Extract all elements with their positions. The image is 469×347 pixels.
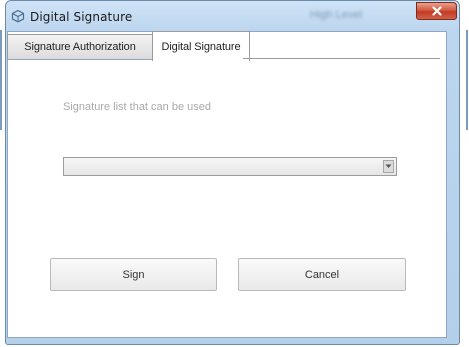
close-icon xyxy=(431,6,442,16)
tab-strip: Signature Authorization Digital Signatur… xyxy=(7,31,447,61)
tab-digital-signature[interactable]: Digital Signature xyxy=(152,31,250,61)
window-subtitle-blurred: High Level xyxy=(310,9,362,21)
tab-separator xyxy=(243,58,440,59)
left-edge-accent xyxy=(0,30,2,130)
window-title: Digital Signature xyxy=(30,10,133,24)
app-icon xyxy=(11,9,25,23)
dialog-client-area xyxy=(7,31,447,338)
signature-select-dropdown-button[interactable] xyxy=(383,160,394,173)
chevron-down-icon xyxy=(385,164,392,168)
sign-button[interactable]: Sign xyxy=(50,258,217,291)
tab-signature-authorization[interactable]: Signature Authorization xyxy=(7,34,153,60)
title-bar[interactable]: Digital Signature High Level xyxy=(6,1,459,32)
signature-select[interactable] xyxy=(63,157,397,176)
right-edge-accent xyxy=(466,30,468,130)
cancel-button[interactable]: Cancel xyxy=(238,258,406,291)
close-button[interactable] xyxy=(416,2,457,20)
signature-list-label: Signature list that can be used xyxy=(63,101,211,113)
